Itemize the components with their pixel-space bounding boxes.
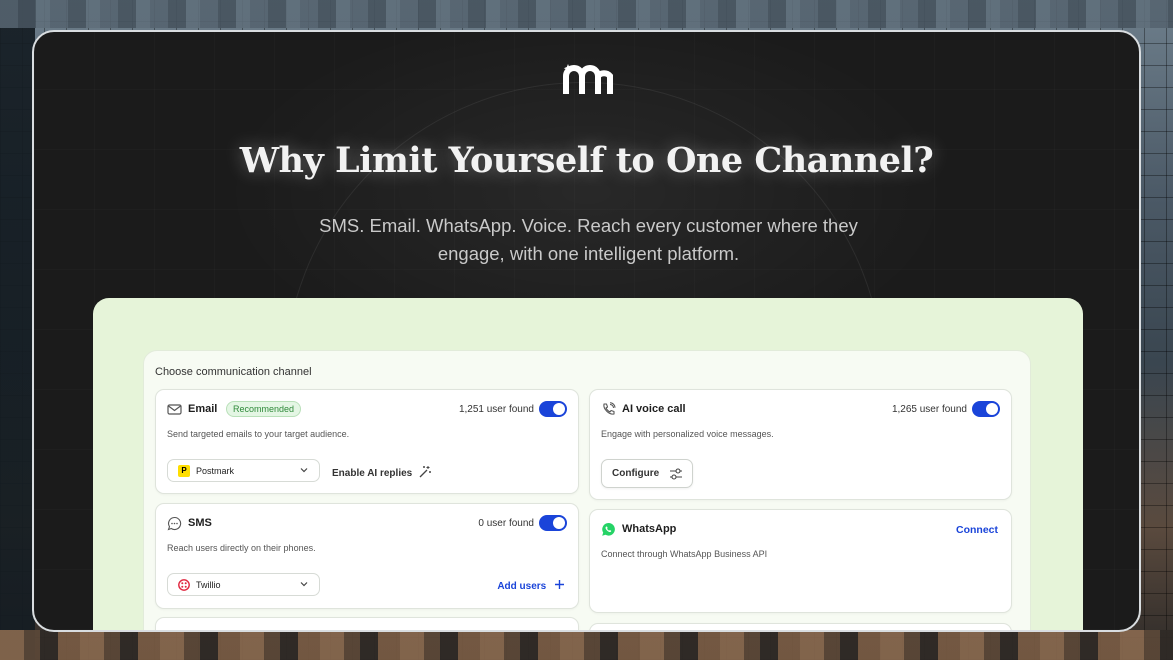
connect-button[interactable]: Connect — [956, 524, 998, 536]
channel-name-email: Email — [188, 403, 218, 415]
channel-card-sms: SMS 0 user found Reach users directly on… — [155, 503, 579, 609]
mail-icon — [167, 404, 182, 415]
sms-provider-label: Twillio — [196, 580, 221, 590]
enable-ai-replies-label: Enable AI replies — [332, 468, 413, 479]
page-headline: Why Limit Yourself to One Channel? — [239, 140, 934, 181]
chevron-down-icon — [300, 582, 308, 587]
twilio-icon — [178, 579, 190, 591]
magic-wand-icon — [419, 466, 431, 478]
configure-label: Configure — [612, 468, 660, 479]
email-provider-label: Postmark — [196, 466, 235, 476]
add-users-button[interactable]: Add users — [497, 579, 565, 592]
background-band-top — [0, 0, 1173, 28]
plus-icon — [555, 580, 564, 589]
channel-card-email: Email Recommended 1,251 user found Send … — [155, 389, 579, 494]
phone-call-icon — [603, 402, 616, 415]
configure-button[interactable]: Configure — [601, 459, 693, 488]
channel-card-ai-voice: AI voice call 1,265 user found Engage wi… — [589, 389, 1012, 500]
postmark-icon: P — [178, 465, 190, 477]
channel-name-sms: SMS — [188, 517, 212, 529]
channel-name-whatsapp: WhatsApp — [622, 523, 677, 535]
brand-logo — [563, 64, 613, 94]
sms-toggle[interactable] — [539, 515, 567, 531]
channel-name-ai-voice: AI voice call — [622, 403, 686, 415]
ai-voice-user-count: 1,265 user found — [891, 404, 967, 415]
add-users-label: Add users — [497, 581, 547, 592]
whatsapp-icon — [602, 522, 615, 536]
enable-ai-replies-button[interactable]: Enable AI replies — [332, 465, 432, 479]
recommended-badge: Recommended — [226, 401, 302, 417]
page-subtitle: SMS. Email. WhatsApp. Voice. Reach every… — [319, 215, 858, 264]
ai-voice-toggle[interactable] — [972, 401, 1000, 417]
channel-card-partial-left — [155, 617, 579, 630]
email-provider-select[interactable]: P Postmark — [167, 459, 320, 482]
whatsapp-description: Connect through WhatsApp Business API — [601, 549, 768, 559]
email-description: Send targeted emails to your target audi… — [167, 429, 350, 439]
chat-bubble-icon — [167, 516, 182, 531]
background-band-bottom — [0, 630, 1173, 660]
product-preview-panel: Choose communication channel Email Recom… — [93, 298, 1083, 630]
sliders-icon — [670, 468, 682, 480]
channel-card-whatsapp: WhatsApp Connect Connect through WhatsAp… — [589, 509, 1012, 613]
ai-voice-description: Engage with personalized voice messages. — [601, 429, 774, 439]
email-user-count: 1,251 user found — [458, 404, 534, 415]
hero-frame: Why Limit Yourself to One Channel? SMS. … — [32, 30, 1141, 632]
sms-description: Reach users directly on their phones. — [167, 543, 316, 553]
sms-user-count: 0 user found — [478, 518, 534, 529]
channel-picker-card: Choose communication channel Email Recom… — [143, 350, 1031, 630]
channel-picker-title: Choose communication channel — [155, 366, 312, 378]
email-toggle[interactable] — [539, 401, 567, 417]
channel-card-partial-right — [589, 623, 1012, 630]
sms-provider-select[interactable]: Twillio — [167, 573, 320, 596]
chevron-down-icon — [300, 468, 308, 473]
